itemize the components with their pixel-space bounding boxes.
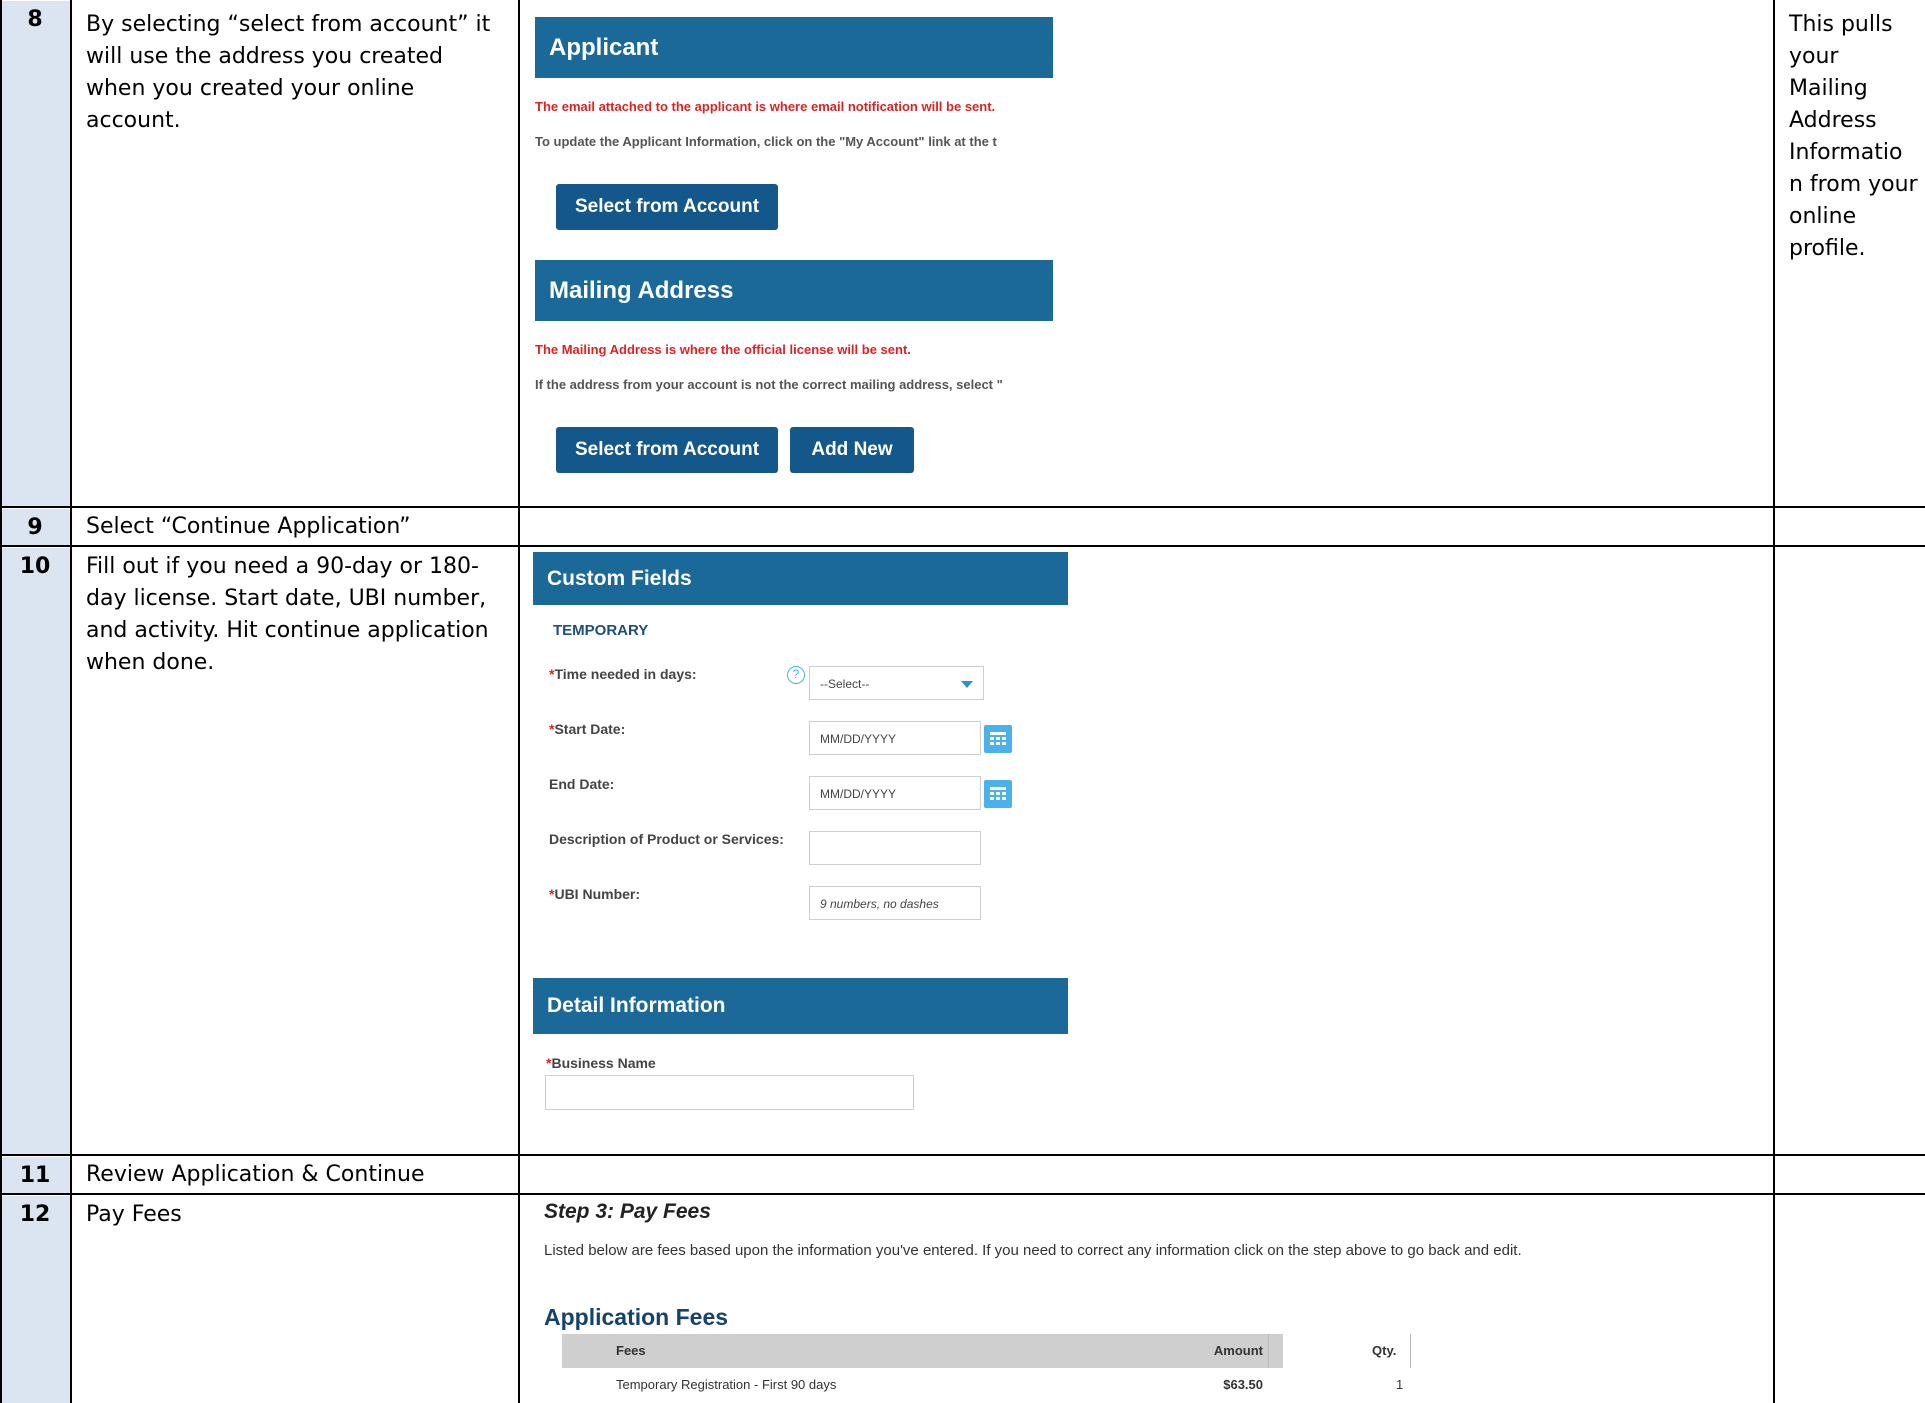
step-number-cell: 8 — [0, 1, 70, 506]
fee-name: Temporary Registration - First 90 days — [616, 1377, 837, 1392]
fee-amount: $63.50 — [1223, 1377, 1263, 1392]
start-date-text: Start Date: — [554, 721, 626, 737]
step-instruction: Pay Fees — [86, 1202, 182, 1227]
business-name-label: *Business Name — [546, 1055, 656, 1071]
business-name-text: Business Name — [551, 1055, 656, 1071]
table-row: Temporary Registration - First 90 days 1… — [562, 1370, 1403, 1400]
column-divider — [1410, 1334, 1411, 1368]
step-number-cell: 9 — [0, 509, 70, 545]
ubi-number-input[interactable]: 9 numbers, no dashes — [809, 886, 981, 920]
step-number-cell: 12 — [0, 1196, 70, 1403]
column-divider — [1268, 1334, 1269, 1368]
add-new-button[interactable]: Add New — [790, 427, 914, 473]
mailing-address-info-text: If the address from your account is not … — [535, 377, 1003, 392]
pay-fees-screenshot: Step 3: Pay Fees Listed below are fees b… — [530, 1197, 1570, 1403]
chevron-down-icon — [961, 681, 973, 688]
help-icon[interactable]: ? — [787, 666, 805, 684]
ubi-number-label: *UBI Number: — [549, 886, 640, 902]
application-fees-heading: Application Fees — [544, 1304, 729, 1330]
end-date-placeholder: MM/DD/YYYY — [820, 787, 897, 801]
time-needed-selected-value: --Select-- — [820, 677, 870, 691]
description-label: Description of Product or Services: — [549, 831, 784, 847]
applicant-email-note: The email attached to the applicant is w… — [535, 99, 996, 114]
ubi-number-text: UBI Number: — [554, 886, 641, 902]
fees-column-header: Fees — [616, 1343, 646, 1358]
time-needed-label: *Time needed in days: — [549, 666, 697, 682]
temporary-section-title: TEMPORARY — [553, 622, 649, 639]
calendar-icon[interactable] — [984, 780, 1012, 808]
time-needed-text: Time needed in days: — [554, 666, 697, 682]
step-number: 12 — [19, 1202, 51, 1227]
start-date-input[interactable]: MM/DD/YYYY — [809, 721, 981, 755]
row-divider — [0, 545, 1925, 547]
qty-column-header: Qty. — [1372, 1343, 1397, 1358]
detail-information-banner: Detail Information — [533, 978, 1068, 1034]
mailing-address-banner: Mailing Address — [535, 260, 1053, 321]
custom-fields-screenshot: Custom Fields TEMPORARY *Time needed in … — [530, 549, 1070, 1139]
step-number: 10 — [19, 554, 51, 579]
time-needed-select[interactable]: --Select-- — [809, 666, 984, 700]
end-date-input[interactable]: MM/DD/YYYY — [809, 776, 981, 810]
fee-qty: 1 — [1396, 1377, 1404, 1392]
start-date-placeholder: MM/DD/YYYY — [820, 732, 897, 746]
step-number: 11 — [19, 1163, 51, 1188]
fees-description: Listed below are fees based upon the inf… — [544, 1242, 1522, 1259]
amount-column-header: Amount — [1213, 1343, 1263, 1358]
fees-table-header: Fees Qty. Amount — [562, 1334, 1411, 1368]
step-instruction: By selecting “select from account” it wi… — [86, 12, 491, 133]
end-date-label: End Date: — [549, 776, 615, 792]
step-note: This pulls your Mailing Address Informat… — [1789, 12, 1918, 261]
step-number: 9 — [27, 515, 43, 540]
mailing-address-note: The Mailing Address is where the officia… — [535, 342, 911, 357]
select-from-account-button[interactable]: Select from Account — [556, 184, 778, 230]
row-divider — [0, 1154, 1925, 1156]
calendar-icon[interactable] — [984, 725, 1012, 753]
ubi-number-placeholder: 9 numbers, no dashes — [820, 897, 939, 911]
applicant-screenshot: Applicant The email attached to the appl… — [530, 10, 1053, 505]
description-input[interactable] — [809, 831, 981, 865]
step-instruction: Review Application & Continue — [86, 1162, 425, 1187]
custom-fields-banner: Custom Fields — [533, 552, 1068, 605]
step-number-cell: 11 — [0, 1157, 70, 1193]
start-date-label: *Start Date: — [549, 721, 625, 737]
step-number: 8 — [27, 7, 43, 32]
step-instruction: Fill out if you need a 90-day or 180-day… — [86, 554, 489, 675]
applicant-info-text: To update the Applicant Information, cli… — [535, 134, 997, 149]
step-number-cell: 10 — [0, 548, 70, 1154]
step-title: Step 3: Pay Fees — [544, 1200, 711, 1223]
business-name-input[interactable] — [545, 1075, 914, 1110]
row-divider — [0, 1193, 1925, 1195]
step-instruction: Select “Continue Application” — [86, 514, 411, 539]
row-divider — [0, 506, 1925, 508]
select-from-account-button-2[interactable]: Select from Account — [556, 427, 778, 473]
applicant-banner: Applicant — [535, 17, 1053, 78]
